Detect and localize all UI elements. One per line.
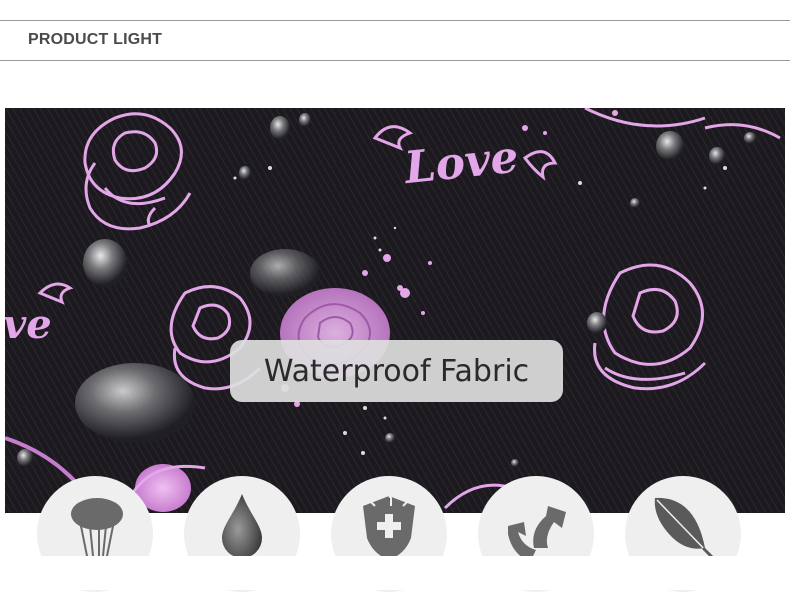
caption-label: Waterproof Fabric: [230, 340, 563, 402]
love-text-partial: ve: [5, 301, 52, 348]
fabric-pattern-graphic: Love ve: [5, 108, 785, 513]
hero-fabric-image: Love ve Waterproof Fabric: [5, 108, 785, 513]
bottom-margin: [0, 556, 790, 590]
header-top-rule: [0, 20, 790, 21]
section-title: PRODUCT LIGHT: [28, 31, 163, 48]
header-bottom-rule: [0, 60, 790, 61]
